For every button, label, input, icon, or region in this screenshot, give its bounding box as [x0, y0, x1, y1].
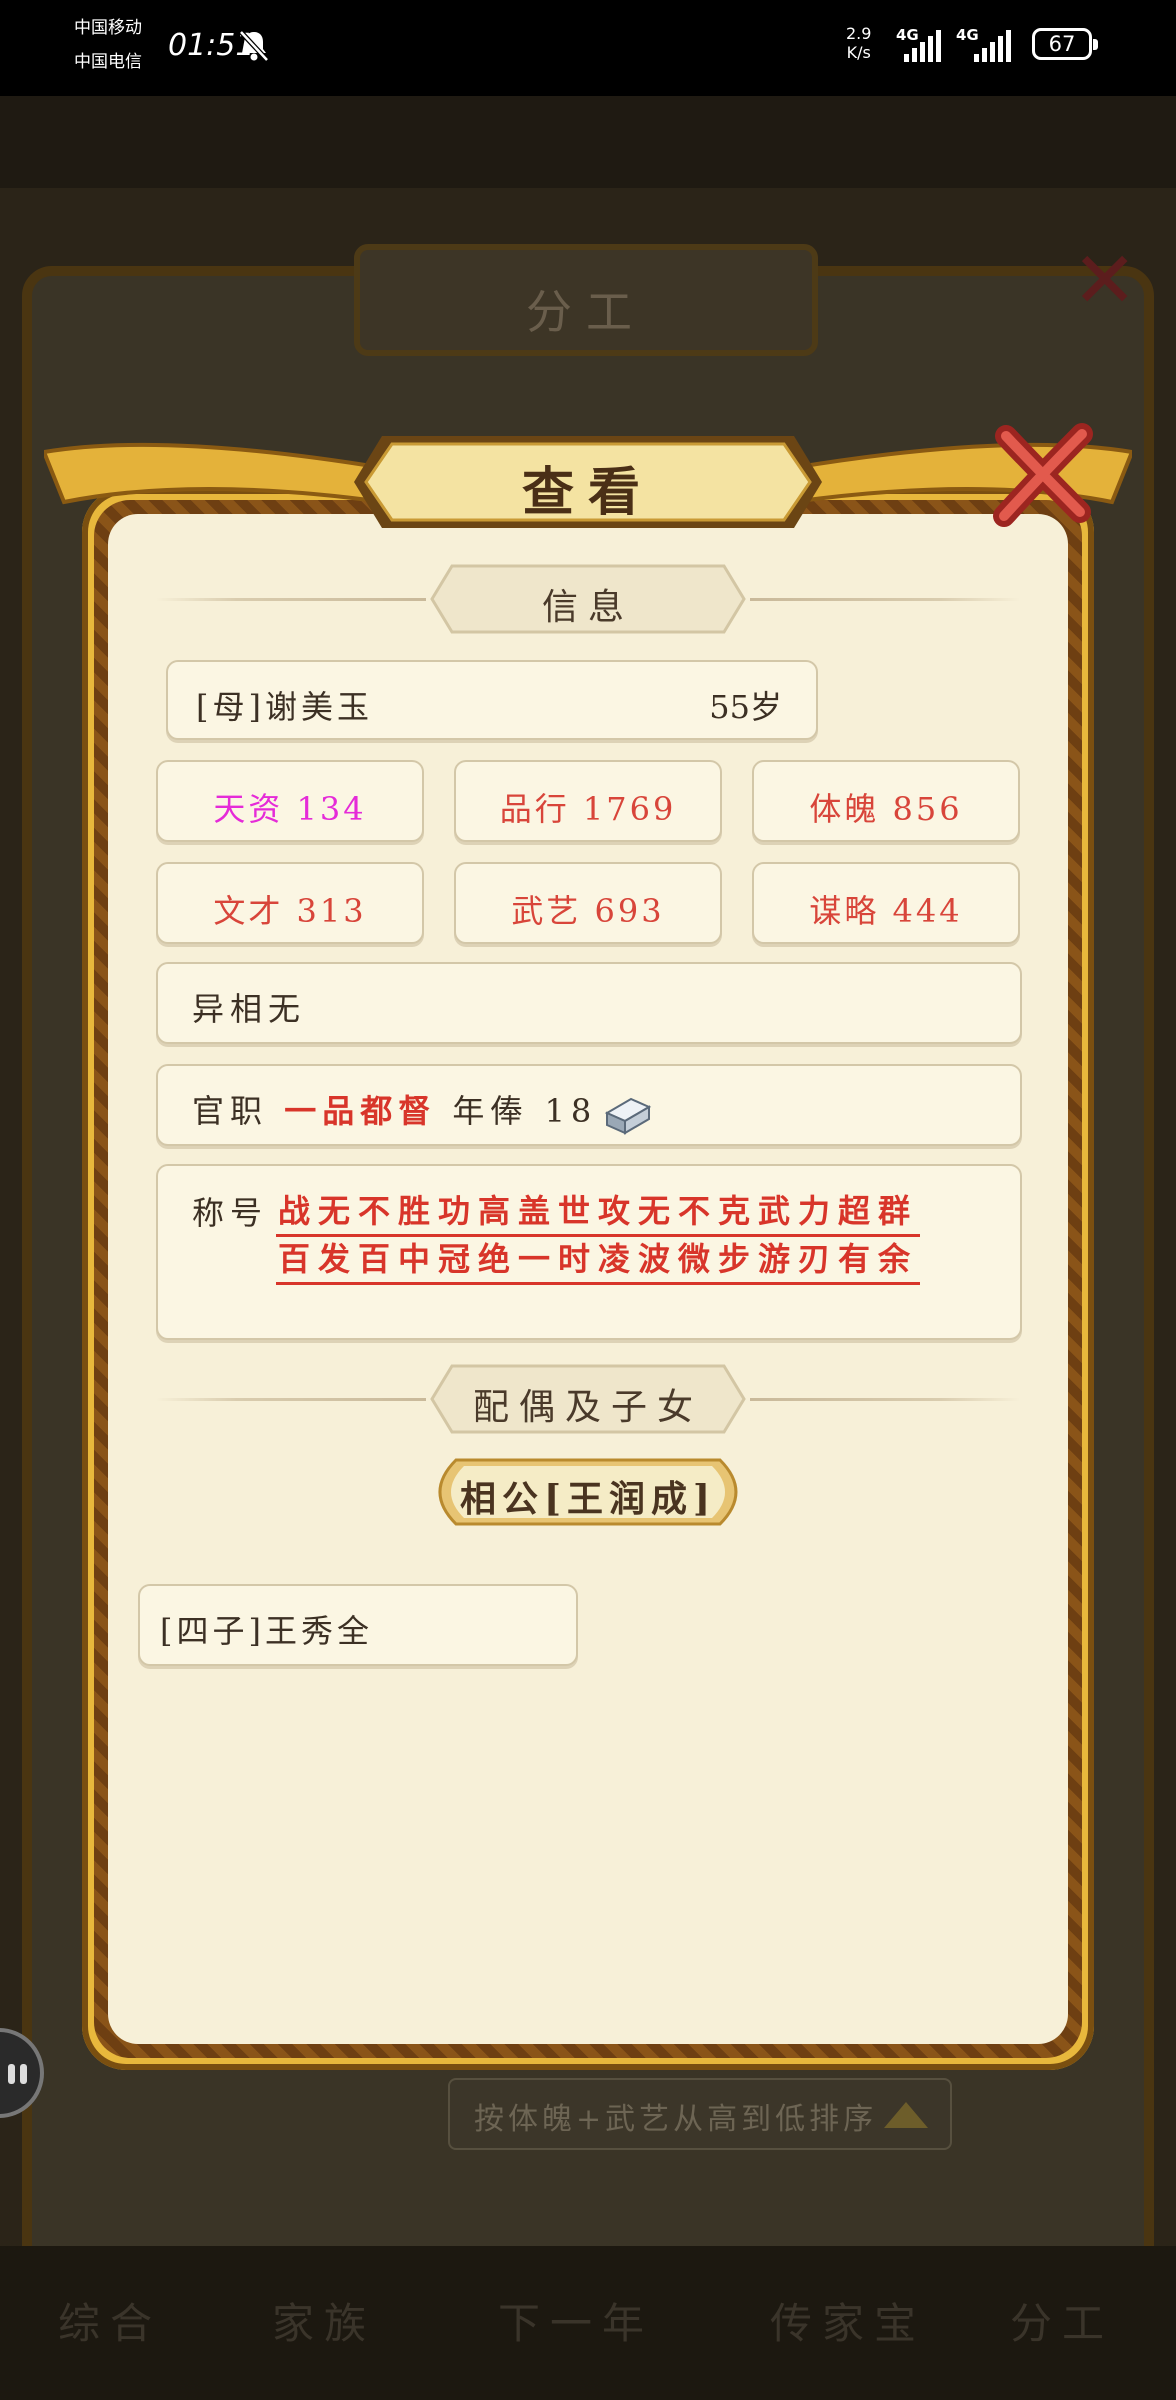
- nav-item-heirloom[interactable]: 传家宝: [770, 2290, 926, 2351]
- stat-martial: 武艺 693: [454, 862, 722, 944]
- family-section-plate: 配偶及子女: [428, 1362, 748, 1436]
- stat-conduct: 品行 1769: [454, 760, 722, 842]
- person-name: [母]谢美玉: [196, 688, 373, 726]
- background-title-banner: 分工: [354, 244, 818, 356]
- stat-literary: 文才 313: [156, 862, 424, 944]
- info-section-title: 信息: [541, 587, 634, 628]
- salary-label: 年俸: [452, 1092, 529, 1130]
- stat-literary-text: 文才 313: [213, 892, 367, 930]
- net-speed-value: 2.9: [846, 24, 872, 43]
- honors-line-2: 百发百中冠绝一时凌波微步游刃有余: [276, 1234, 921, 1285]
- bottom-nav: 综合 家族 下一年 传家宝 分工: [0, 2246, 1176, 2400]
- background-close-icon: ✕: [1072, 236, 1138, 326]
- view-dialog: 查看 信息 [母]谢美玉 55岁 天资 134 品行 1769 体魄 856 文…: [44, 423, 1132, 2070]
- stat-physique: 体魄 856: [752, 760, 1020, 842]
- left-wing-ornament: [44, 442, 386, 505]
- child-item[interactable]: [四子]王秀全: [138, 1584, 578, 1666]
- family-section-header: 配偶及子女: [156, 1362, 1020, 1436]
- info-section-plate: 信息: [428, 562, 748, 636]
- close-icon[interactable]: [982, 416, 1102, 536]
- pause-bar-icon: [20, 2064, 27, 2084]
- signal-1-label: 4G: [896, 26, 919, 44]
- carrier-1: 中国移动: [74, 18, 142, 38]
- net-speed-unit: K/s: [846, 43, 871, 62]
- stat-martial-text: 武艺 693: [511, 892, 665, 930]
- stat-talent-text: 天资 134: [213, 790, 367, 828]
- divider: [156, 598, 426, 601]
- sort-button-label: 按体魄+武艺从高到低排序: [474, 2102, 878, 2137]
- signal-2-label: 4G: [956, 26, 979, 44]
- info-section-header: 信息: [156, 562, 1020, 636]
- honors-box: 称号 战无不胜功高盖世攻无不克武力超群 百发百中冠绝一时凌波微步游刃有余: [156, 1164, 1022, 1340]
- honors-line-1: 战无不胜功高盖世攻无不克武力超群: [276, 1186, 921, 1237]
- spouse-name: 相公[王润成]: [459, 1478, 717, 1520]
- signal-1: 4G: [896, 26, 946, 66]
- net-speed: 2.9 K/s: [846, 24, 871, 62]
- nav-item-family[interactable]: 家族: [272, 2290, 376, 2351]
- honors-label: 称号: [192, 1194, 269, 1232]
- stat-talent: 天资 134: [156, 760, 424, 842]
- family-section-title: 配偶及子女: [472, 1387, 703, 1428]
- signal-2: 4G: [956, 26, 1016, 66]
- divider: [156, 1398, 426, 1401]
- stat-physique-text: 体魄 856: [809, 790, 963, 828]
- pause-bar-icon: [8, 2064, 15, 2084]
- nav-item-assignment[interactable]: 分工: [1010, 2290, 1114, 2351]
- nav-item-next-year[interactable]: 下一年: [498, 2290, 654, 2351]
- office-label: 官职: [192, 1092, 269, 1130]
- divider: [750, 598, 1020, 601]
- office-text: 官职 一品都督 年俸 18: [192, 1086, 653, 1137]
- person-name-row: [母]谢美玉 55岁: [166, 660, 818, 740]
- office-row: 官职 一品都督 年俸 18: [156, 1064, 1022, 1146]
- trait-row: 异相无: [156, 962, 1022, 1044]
- sort-button[interactable]: 按体魄+武艺从高到低排序: [448, 2078, 952, 2150]
- title-plate: [354, 436, 822, 528]
- mute-bell-icon: [239, 30, 269, 62]
- spouse-button[interactable]: 相公[王润成]: [420, 1456, 756, 1528]
- background-panel-title: 分工: [526, 285, 646, 339]
- status-bar: 中国移动 中国电信 01:51 2.9 K/s 4G 4G 67: [0, 0, 1176, 96]
- trait-text: 异相无: [192, 990, 307, 1028]
- salary-value: 18: [544, 1092, 598, 1130]
- stat-conduct-text: 品行 1769: [499, 790, 677, 828]
- office-rank: 一品都督: [284, 1092, 437, 1130]
- person-age: 55岁: [709, 688, 782, 726]
- battery-icon: 67: [1032, 28, 1098, 60]
- background-top-band: [0, 96, 1176, 188]
- stat-strategy-text: 谋略 444: [809, 892, 963, 930]
- divider: [750, 1398, 1020, 1401]
- stat-strategy: 谋略 444: [752, 862, 1020, 944]
- sort-arrow-icon: [884, 2102, 928, 2128]
- carrier-2: 中国电信: [74, 52, 142, 72]
- silver-ingot-icon: [605, 1097, 652, 1135]
- nav-item-overview[interactable]: 综合: [58, 2290, 162, 2351]
- child-name: [四子]王秀全: [160, 1612, 373, 1650]
